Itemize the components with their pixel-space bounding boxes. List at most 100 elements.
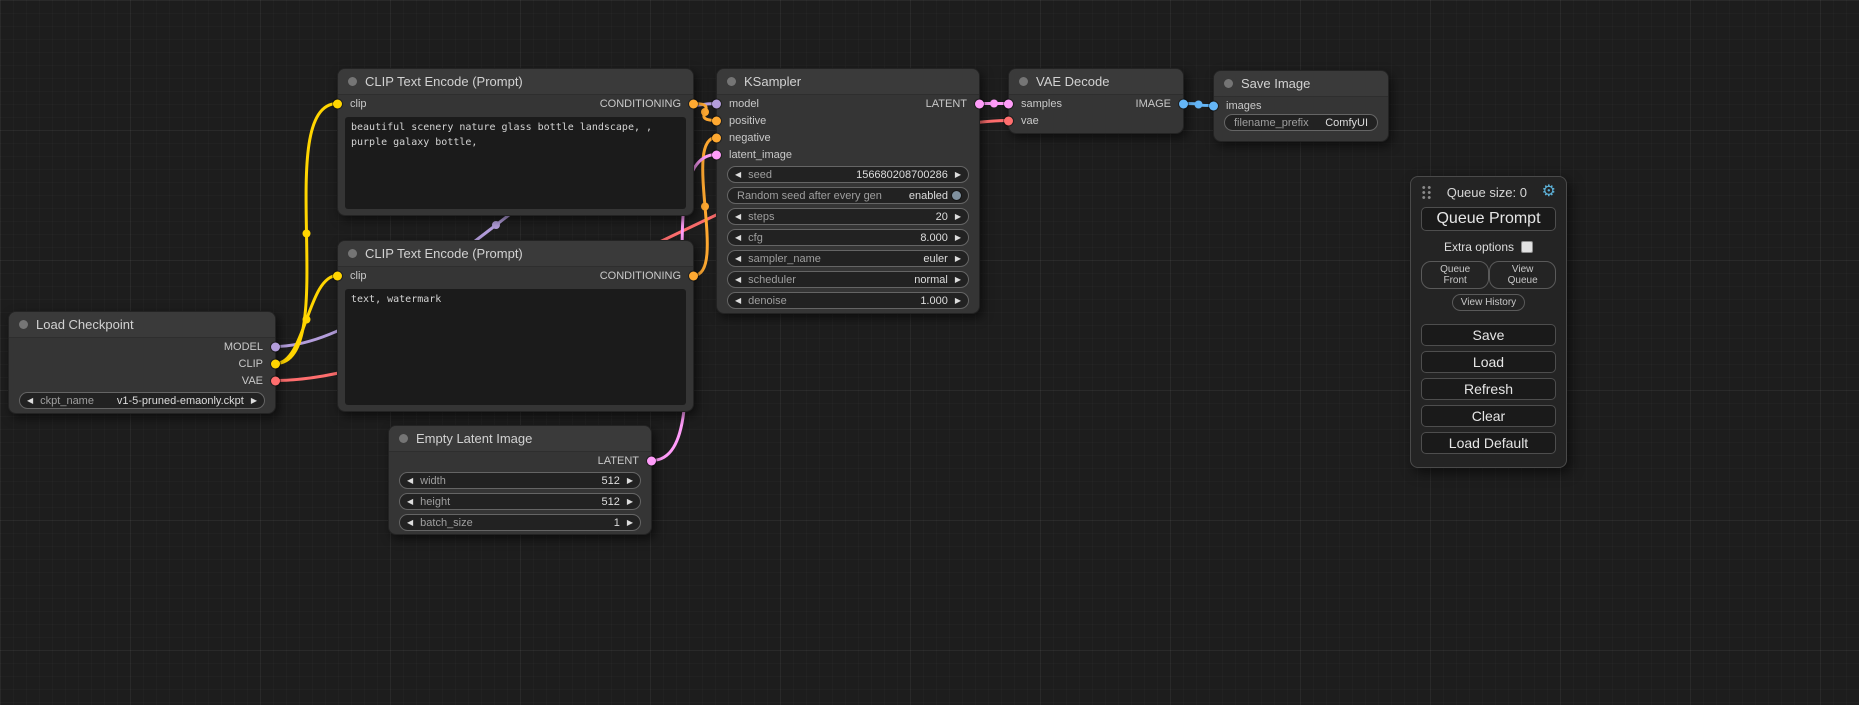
node-title-bar[interactable]: CLIP Text Encode (Prompt) xyxy=(338,69,693,95)
queue-prompt-button[interactable]: Queue Prompt xyxy=(1421,207,1556,231)
widget-width[interactable]: ◀ width 512 ▶ xyxy=(399,472,641,489)
negative-input-port[interactable] xyxy=(712,133,721,142)
increment-arrow-icon[interactable]: ▶ xyxy=(251,397,257,405)
widget-label: seed xyxy=(748,169,772,181)
widget-sampler-name[interactable]: ◀ sampler_name euler ▶ xyxy=(727,250,969,267)
queue-menu-panel: Queue size: 0 ⚙ Queue Prompt Extra optio… xyxy=(1410,176,1567,468)
widget-cfg[interactable]: ◀ cfg 8.000 ▶ xyxy=(727,229,969,246)
decrement-arrow-icon[interactable]: ◀ xyxy=(407,498,413,506)
node-title-bar[interactable]: Empty Latent Image xyxy=(389,426,651,452)
node-title: CLIP Text Encode (Prompt) xyxy=(365,74,523,89)
wire-midpoint-dot xyxy=(1195,101,1203,109)
load-button[interactable]: Load xyxy=(1421,351,1556,373)
increment-arrow-icon[interactable]: ▶ xyxy=(627,498,633,506)
toggle-indicator[interactable] xyxy=(952,191,961,200)
latent-image-input-port[interactable] xyxy=(712,150,721,159)
queue-front-button[interactable]: Queue Front xyxy=(1421,261,1489,289)
widget-steps[interactable]: ◀ steps 20 ▶ xyxy=(727,208,969,225)
output-label-clip: CLIP xyxy=(239,358,263,370)
node-graph-canvas[interactable]: Load Checkpoint MODEL CLIP VAE ◀ ckpt_na… xyxy=(0,0,1859,705)
node-title-bar[interactable]: KSampler xyxy=(717,69,979,95)
widget-seed[interactable]: ◀ seed 156680208700286 ▶ xyxy=(727,166,969,183)
decrement-arrow-icon[interactable]: ◀ xyxy=(407,477,413,485)
node-empty-latent-image[interactable]: Empty Latent Image LATENT ◀ width 512 ▶ … xyxy=(388,425,652,535)
decrement-arrow-icon[interactable]: ◀ xyxy=(735,213,741,221)
drag-handle-icon[interactable] xyxy=(1421,185,1432,200)
view-history-button[interactable]: View History xyxy=(1452,294,1525,311)
input-label-vae: vae xyxy=(1021,115,1039,127)
output-label-latent: LATENT xyxy=(926,98,967,110)
widget-batch-size[interactable]: ◀ batch_size 1 ▶ xyxy=(399,514,641,531)
clip-output-port[interactable] xyxy=(271,359,280,368)
model-output-port[interactable] xyxy=(271,342,280,351)
extra-options-checkbox[interactable] xyxy=(1521,241,1533,253)
node-status-dot xyxy=(1019,77,1028,86)
decrement-arrow-icon[interactable]: ◀ xyxy=(735,276,741,284)
increment-arrow-icon[interactable]: ▶ xyxy=(955,171,961,179)
decrement-arrow-icon[interactable]: ◀ xyxy=(407,519,413,527)
port-row-model-latent: model LATENT xyxy=(717,95,979,112)
wire-midpoint-dot xyxy=(303,316,311,324)
widget-height[interactable]: ◀ height 512 ▶ xyxy=(399,493,641,510)
increment-arrow-icon[interactable]: ▶ xyxy=(955,255,961,263)
image-output-port[interactable] xyxy=(1179,99,1188,108)
node-title: KSampler xyxy=(744,74,801,89)
decrement-arrow-icon[interactable]: ◀ xyxy=(735,171,741,179)
decrement-arrow-icon[interactable]: ◀ xyxy=(735,297,741,305)
latent-output-port[interactable] xyxy=(647,456,656,465)
node-vae-decode[interactable]: VAE Decode samples IMAGE vae xyxy=(1008,68,1184,134)
decrement-arrow-icon[interactable]: ◀ xyxy=(735,255,741,263)
clear-button[interactable]: Clear xyxy=(1421,405,1556,427)
view-queue-button[interactable]: View Queue xyxy=(1489,261,1556,289)
node-title-bar[interactable]: VAE Decode xyxy=(1009,69,1183,95)
wire-midpoint-dot xyxy=(990,100,998,108)
clip-input-port[interactable] xyxy=(333,99,342,108)
node-title: Load Checkpoint xyxy=(36,317,134,332)
ckpt-name-widget[interactable]: ◀ ckpt_name v1-5-pruned-emaonly.ckpt ▶ xyxy=(19,392,265,409)
widget-random-seed-toggle[interactable]: Random seed after every gen enabled xyxy=(727,187,969,204)
widget-value: 8.000 xyxy=(920,232,948,244)
samples-input-port[interactable] xyxy=(1004,99,1013,108)
output-label-model: MODEL xyxy=(224,341,263,353)
clip-input-port[interactable] xyxy=(333,271,342,280)
node-status-dot xyxy=(348,249,357,258)
node-title-bar[interactable]: CLIP Text Encode (Prompt) xyxy=(338,241,693,267)
negative-prompt-textarea[interactable]: text, watermark xyxy=(345,289,686,405)
increment-arrow-icon[interactable]: ▶ xyxy=(627,477,633,485)
save-button[interactable]: Save xyxy=(1421,324,1556,346)
node-clip-text-encode-positive[interactable]: CLIP Text Encode (Prompt) clip CONDITION… xyxy=(337,68,694,216)
increment-arrow-icon[interactable]: ▶ xyxy=(955,213,961,221)
vae-output-port[interactable] xyxy=(271,376,280,385)
settings-gear-icon[interactable]: ⚙ xyxy=(1542,184,1556,200)
increment-arrow-icon[interactable]: ▶ xyxy=(955,234,961,242)
node-clip-text-encode-negative[interactable]: CLIP Text Encode (Prompt) clip CONDITION… xyxy=(337,240,694,412)
node-save-image[interactable]: Save Image images filename_prefix ComfyU… xyxy=(1213,70,1389,142)
node-ksampler[interactable]: KSampler model LATENT positive negative … xyxy=(716,68,980,314)
vae-input-port[interactable] xyxy=(1004,116,1013,125)
increment-arrow-icon[interactable]: ▶ xyxy=(627,519,633,527)
port-row-images: images xyxy=(1214,97,1388,114)
filename-prefix-widget[interactable]: filename_prefix ComfyUI xyxy=(1224,114,1378,131)
node-load-checkpoint[interactable]: Load Checkpoint MODEL CLIP VAE ◀ ckpt_na… xyxy=(8,311,276,414)
widget-denoise[interactable]: ◀ denoise 1.000 ▶ xyxy=(727,292,969,309)
decrement-arrow-icon[interactable]: ◀ xyxy=(735,234,741,242)
widget-value: 512 xyxy=(601,475,619,487)
refresh-button[interactable]: Refresh xyxy=(1421,378,1556,400)
increment-arrow-icon[interactable]: ▶ xyxy=(955,297,961,305)
positive-prompt-textarea[interactable]: beautiful scenery nature glass bottle la… xyxy=(345,117,686,209)
latent-output-port[interactable] xyxy=(975,99,984,108)
model-input-port[interactable] xyxy=(712,99,721,108)
images-input-port[interactable] xyxy=(1209,101,1218,110)
conditioning-output-port[interactable] xyxy=(689,271,698,280)
conditioning-output-port[interactable] xyxy=(689,99,698,108)
decrement-arrow-icon[interactable]: ◀ xyxy=(27,397,33,405)
input-label-clip: clip xyxy=(350,270,367,282)
node-title-bar[interactable]: Save Image xyxy=(1214,71,1388,97)
output-label-vae: VAE xyxy=(242,375,263,387)
positive-input-port[interactable] xyxy=(712,116,721,125)
node-title: VAE Decode xyxy=(1036,74,1109,89)
load-default-button[interactable]: Load Default xyxy=(1421,432,1556,454)
increment-arrow-icon[interactable]: ▶ xyxy=(955,276,961,284)
node-title-bar[interactable]: Load Checkpoint xyxy=(9,312,275,338)
widget-scheduler[interactable]: ◀ scheduler normal ▶ xyxy=(727,271,969,288)
